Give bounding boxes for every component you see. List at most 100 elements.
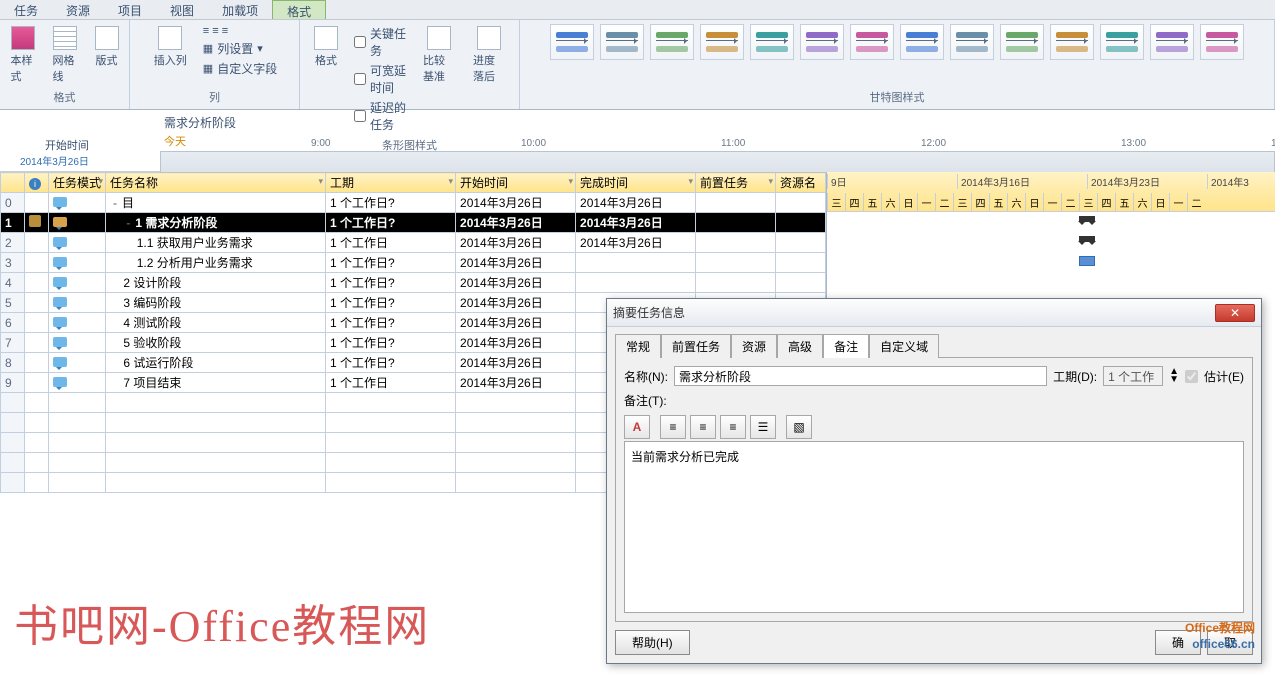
gantt-bar[interactable] bbox=[1079, 256, 1095, 266]
gantt-style-7[interactable] bbox=[900, 24, 944, 60]
filter-icon[interactable]: ▾ bbox=[318, 176, 323, 187]
dialog-tab-5[interactable]: 自定义域 bbox=[869, 334, 939, 358]
spinner-icon[interactable]: ▲▼ bbox=[1169, 368, 1179, 384]
outline-toggle[interactable]: - bbox=[110, 196, 120, 210]
col-header-3[interactable]: 任务名称▾ bbox=[106, 173, 326, 193]
late-check[interactable]: 延迟的任务 bbox=[350, 98, 411, 134]
help-button[interactable]: 帮助(H) bbox=[615, 630, 690, 655]
col-header-8[interactable]: 资源名 bbox=[776, 173, 826, 193]
gantt-style-10[interactable] bbox=[1050, 24, 1094, 60]
col-header-1[interactable]: i bbox=[25, 173, 49, 193]
menu-tab-4[interactable]: 加载项 bbox=[208, 0, 272, 19]
task-info-dialog: 摘要任务信息 ✕ 常规前置任务资源高级备注自定义域 名称(N): 工期(D): … bbox=[606, 298, 1262, 664]
table-row[interactable]: 1 -1 需求分析阶段1 个工作日?2014年3月26日2014年3月26日 bbox=[1, 213, 826, 233]
menu-tab-2[interactable]: 项目 bbox=[104, 0, 156, 19]
dialog-tab-4[interactable]: 备注 bbox=[823, 334, 869, 358]
gantt-style-8[interactable] bbox=[950, 24, 994, 60]
menu-tab-0[interactable]: 任务 bbox=[0, 0, 52, 19]
col-header-6[interactable]: 完成时间▾ bbox=[576, 173, 696, 193]
task-mode-icon bbox=[53, 197, 67, 207]
group-label-ganttstyle: 甘特图样式 bbox=[524, 88, 1270, 107]
col-header-5[interactable]: 开始时间▾ bbox=[456, 173, 576, 193]
gantt-style-6[interactable] bbox=[850, 24, 894, 60]
name-label: 名称(N): bbox=[624, 368, 668, 385]
filter-icon[interactable]: ▾ bbox=[768, 176, 773, 187]
gantt-style-0[interactable] bbox=[550, 24, 594, 60]
dialog-title: 摘要任务信息 bbox=[613, 304, 1215, 321]
menu-tabs: 任务资源项目视图加载项格式 bbox=[0, 0, 1275, 20]
task-mode-icon bbox=[53, 217, 67, 227]
filter-icon[interactable]: ▾ bbox=[448, 176, 453, 187]
gantt-bar[interactable] bbox=[1079, 236, 1095, 242]
bullets-button[interactable]: ☰ bbox=[750, 415, 776, 439]
table-row[interactable]: 0-目1 个工作日?2014年3月26日2014年3月26日 bbox=[1, 193, 826, 213]
gantt-style-gallery[interactable] bbox=[546, 22, 1248, 88]
menu-tab-5[interactable]: 格式 bbox=[272, 0, 326, 19]
dialog-tab-3[interactable]: 高级 bbox=[777, 334, 823, 358]
table-row[interactable]: 4 2 设计阶段1 个工作日?2014年3月26日 bbox=[1, 273, 826, 293]
gantt-style-12[interactable] bbox=[1150, 24, 1194, 60]
close-button[interactable]: ✕ bbox=[1215, 304, 1255, 322]
font-button[interactable]: A bbox=[624, 415, 650, 439]
layout-button[interactable]: 版式 bbox=[89, 24, 125, 70]
filter-icon[interactable]: ▾ bbox=[568, 176, 573, 187]
column-settings-button[interactable]: ▦ 列设置 ▾ bbox=[199, 39, 281, 58]
start-label: 开始时间 bbox=[20, 137, 89, 153]
group-label-column: 列 bbox=[134, 88, 295, 107]
insert-column-button[interactable]: 插入列 bbox=[148, 24, 193, 70]
slack-check[interactable]: 可宽延时间 bbox=[350, 61, 411, 97]
col-header-2[interactable]: 任务模式▾ bbox=[49, 173, 106, 193]
critical-check[interactable]: 关键任务 bbox=[350, 24, 411, 60]
table-row[interactable]: 2 1.1 获取用户业务需求1 个工作日2014年3月26日2014年3月26日 bbox=[1, 233, 826, 253]
gantt-style-4[interactable] bbox=[750, 24, 794, 60]
note-icon bbox=[29, 215, 41, 227]
dialog-tab-2[interactable]: 资源 bbox=[731, 334, 777, 358]
menu-tab-3[interactable]: 视图 bbox=[156, 0, 208, 19]
tick: 13:00 bbox=[1121, 138, 1146, 149]
estimate-label: 估计(E) bbox=[1204, 368, 1244, 385]
notes-toolbar: A ≡ ≡ ≡ ☰ ▧ bbox=[624, 415, 1244, 439]
align-left-button[interactable]: ≡ bbox=[660, 415, 686, 439]
gantt-style-3[interactable] bbox=[700, 24, 744, 60]
timeline-scale[interactable]: 9:0010:0011:0012:0013:0014:00 bbox=[160, 151, 1275, 173]
baseline-button[interactable]: 比较基准 bbox=[417, 24, 461, 86]
gantt-style-2[interactable] bbox=[650, 24, 694, 60]
custom-field-button[interactable]: ▦ 自定义字段 bbox=[199, 59, 281, 78]
filter-icon[interactable]: ▾ bbox=[98, 176, 103, 187]
menu-tab-1[interactable]: 资源 bbox=[52, 0, 104, 19]
gantt-style-9[interactable] bbox=[1000, 24, 1044, 60]
task-mode-icon bbox=[53, 337, 67, 347]
align-center-button[interactable]: ≡ bbox=[690, 415, 716, 439]
gantt-style-11[interactable] bbox=[1100, 24, 1144, 60]
gantt-style-13[interactable] bbox=[1200, 24, 1244, 60]
outline-toggle[interactable]: - bbox=[123, 216, 133, 230]
gridlines-button[interactable]: 网格线 bbox=[47, 24, 83, 86]
duration-input bbox=[1103, 366, 1163, 386]
align-right-button[interactable]: ≡ bbox=[720, 415, 746, 439]
task-mode-icon bbox=[53, 297, 67, 307]
gantt-bar[interactable] bbox=[1079, 216, 1095, 222]
dialog-tab-1[interactable]: 前置任务 bbox=[661, 334, 731, 358]
slippage-button[interactable]: 进度落后 bbox=[467, 24, 511, 86]
align-buttons[interactable]: ≡ ≡ ≡ bbox=[199, 24, 281, 38]
task-mode-icon bbox=[53, 317, 67, 327]
name-input[interactable] bbox=[674, 366, 1047, 386]
format-button[interactable]: 格式 bbox=[308, 24, 344, 70]
col-header-0[interactable] bbox=[1, 173, 25, 193]
timeline: 需求分析阶段 开始时间 2014年3月26日 今天 9:0010:0011:00… bbox=[0, 110, 1275, 172]
task-mode-icon bbox=[53, 357, 67, 367]
filter-icon[interactable]: ▾ bbox=[688, 176, 693, 187]
start-date: 2014年3月26日 bbox=[20, 153, 89, 168]
col-header-4[interactable]: 工期▾ bbox=[326, 173, 456, 193]
insert-object-button[interactable]: ▧ bbox=[786, 415, 812, 439]
dialog-tab-0[interactable]: 常规 bbox=[615, 334, 661, 358]
duration-label: 工期(D): bbox=[1053, 368, 1097, 385]
tick: 11:00 bbox=[721, 138, 745, 149]
ribbon: 本样式 网格线 版式 格式 插入列 ≡ ≡ ≡ ▦ 列设置 ▾ ▦ 自定义字段 … bbox=[0, 20, 1275, 110]
notes-textarea[interactable]: 当前需求分析已完成 bbox=[624, 441, 1244, 613]
col-header-7[interactable]: 前置任务▾ bbox=[696, 173, 776, 193]
text-style-button[interactable]: 本样式 bbox=[5, 24, 41, 86]
gantt-style-1[interactable] bbox=[600, 24, 644, 60]
gantt-style-5[interactable] bbox=[800, 24, 844, 60]
table-row[interactable]: 3 1.2 分析用户业务需求1 个工作日?2014年3月26日 bbox=[1, 253, 826, 273]
